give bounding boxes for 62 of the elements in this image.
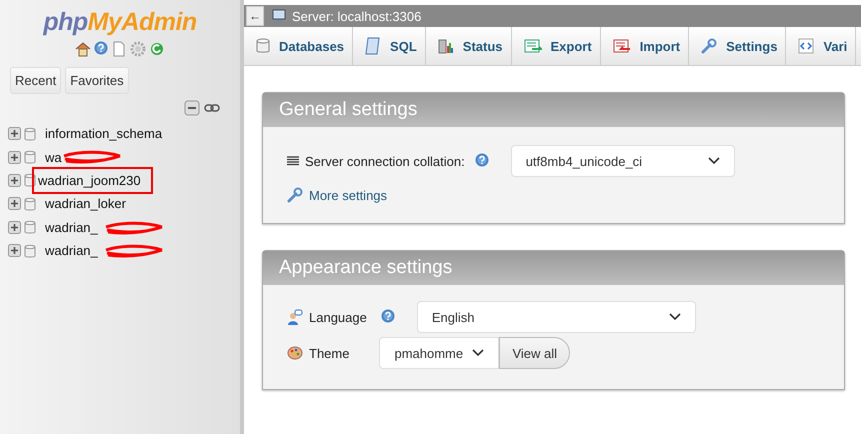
collation-select[interactable]: utf8mb4_unicode_ci	[510, 145, 735, 177]
nav-tab[interactable]: Status	[426, 27, 512, 65]
reload-icon[interactable]	[149, 41, 165, 57]
theme-select[interactable]: pmahomme	[379, 337, 500, 369]
field-label: Theme	[309, 346, 350, 360]
expand-icon[interactable]	[8, 220, 21, 234]
import-icon	[612, 39, 631, 53]
chevron-icon	[708, 157, 720, 165]
view-all-button[interactable]: View all	[499, 337, 570, 369]
chevron-icon	[668, 313, 681, 321]
logo[interactable]: phpMyAdmin	[43, 8, 197, 37]
home-icon[interactable]	[75, 41, 91, 57]
wrench-icon	[701, 38, 718, 54]
database-icon	[23, 220, 37, 234]
palette-icon	[287, 345, 303, 361]
nav-tab[interactable]: Vari	[786, 27, 856, 65]
database-name[interactable]: wadrian_joom230	[32, 166, 153, 194]
database-icon	[23, 126, 37, 141]
back-button[interactable]: ←	[246, 6, 264, 26]
person-icon	[287, 309, 303, 325]
nav-button[interactable]: Favorites	[65, 67, 129, 94]
expand-icon[interactable]	[8, 197, 21, 210]
database-name[interactable]: wa	[39, 146, 68, 169]
database-name[interactable]: wadrian_	[39, 216, 104, 239]
database-icon	[23, 150, 37, 164]
link-icon[interactable]	[204, 103, 220, 113]
nav-tab[interactable]: Databases	[244, 27, 354, 65]
help-icon[interactable]	[474, 152, 489, 166]
nav-tab[interactable]: Settings	[689, 27, 786, 65]
export-icon	[524, 39, 542, 53]
database-icon	[23, 196, 37, 211]
expand-icon[interactable]	[8, 150, 21, 164]
more-settings-link[interactable]: More settings	[309, 188, 388, 202]
expand-icon[interactable]	[8, 174, 21, 187]
wrench-icon	[287, 187, 303, 203]
database-name[interactable]: wadrian_loker	[39, 192, 132, 216]
help-icon[interactable]	[380, 308, 395, 322]
panel-title: General settings	[263, 93, 844, 127]
code-icon	[798, 38, 814, 54]
nav-tab[interactable]: Import	[600, 27, 690, 65]
nav-button[interactable]: Recent	[10, 67, 62, 94]
database-name[interactable]: information_schema	[39, 122, 168, 146]
help-icon[interactable]	[94, 41, 108, 55]
chevron-icon	[472, 349, 484, 357]
database-icon	[256, 38, 270, 54]
server-icon	[272, 9, 288, 23]
panel-title: Appearance settings	[263, 251, 844, 285]
collapse-icon[interactable]	[184, 100, 200, 116]
nav-tab[interactable]: SQL	[353, 27, 426, 65]
field-label: Server connection collation:	[305, 154, 465, 168]
server-title[interactable]: Server: localhost:3306	[292, 8, 422, 24]
scroll-icon	[365, 37, 382, 55]
document-icon[interactable]	[111, 41, 127, 57]
expand-icon[interactable]	[8, 244, 21, 258]
bar-chart-icon	[438, 38, 454, 54]
list-icon	[287, 155, 299, 167]
database-name[interactable]: wadrian_	[39, 239, 104, 262]
nav-tab[interactable]: Export	[512, 27, 601, 65]
database-icon	[23, 244, 37, 258]
field-label: Language	[309, 310, 367, 324]
language-select[interactable]: English	[416, 301, 696, 333]
expand-icon[interactable]	[8, 127, 21, 140]
